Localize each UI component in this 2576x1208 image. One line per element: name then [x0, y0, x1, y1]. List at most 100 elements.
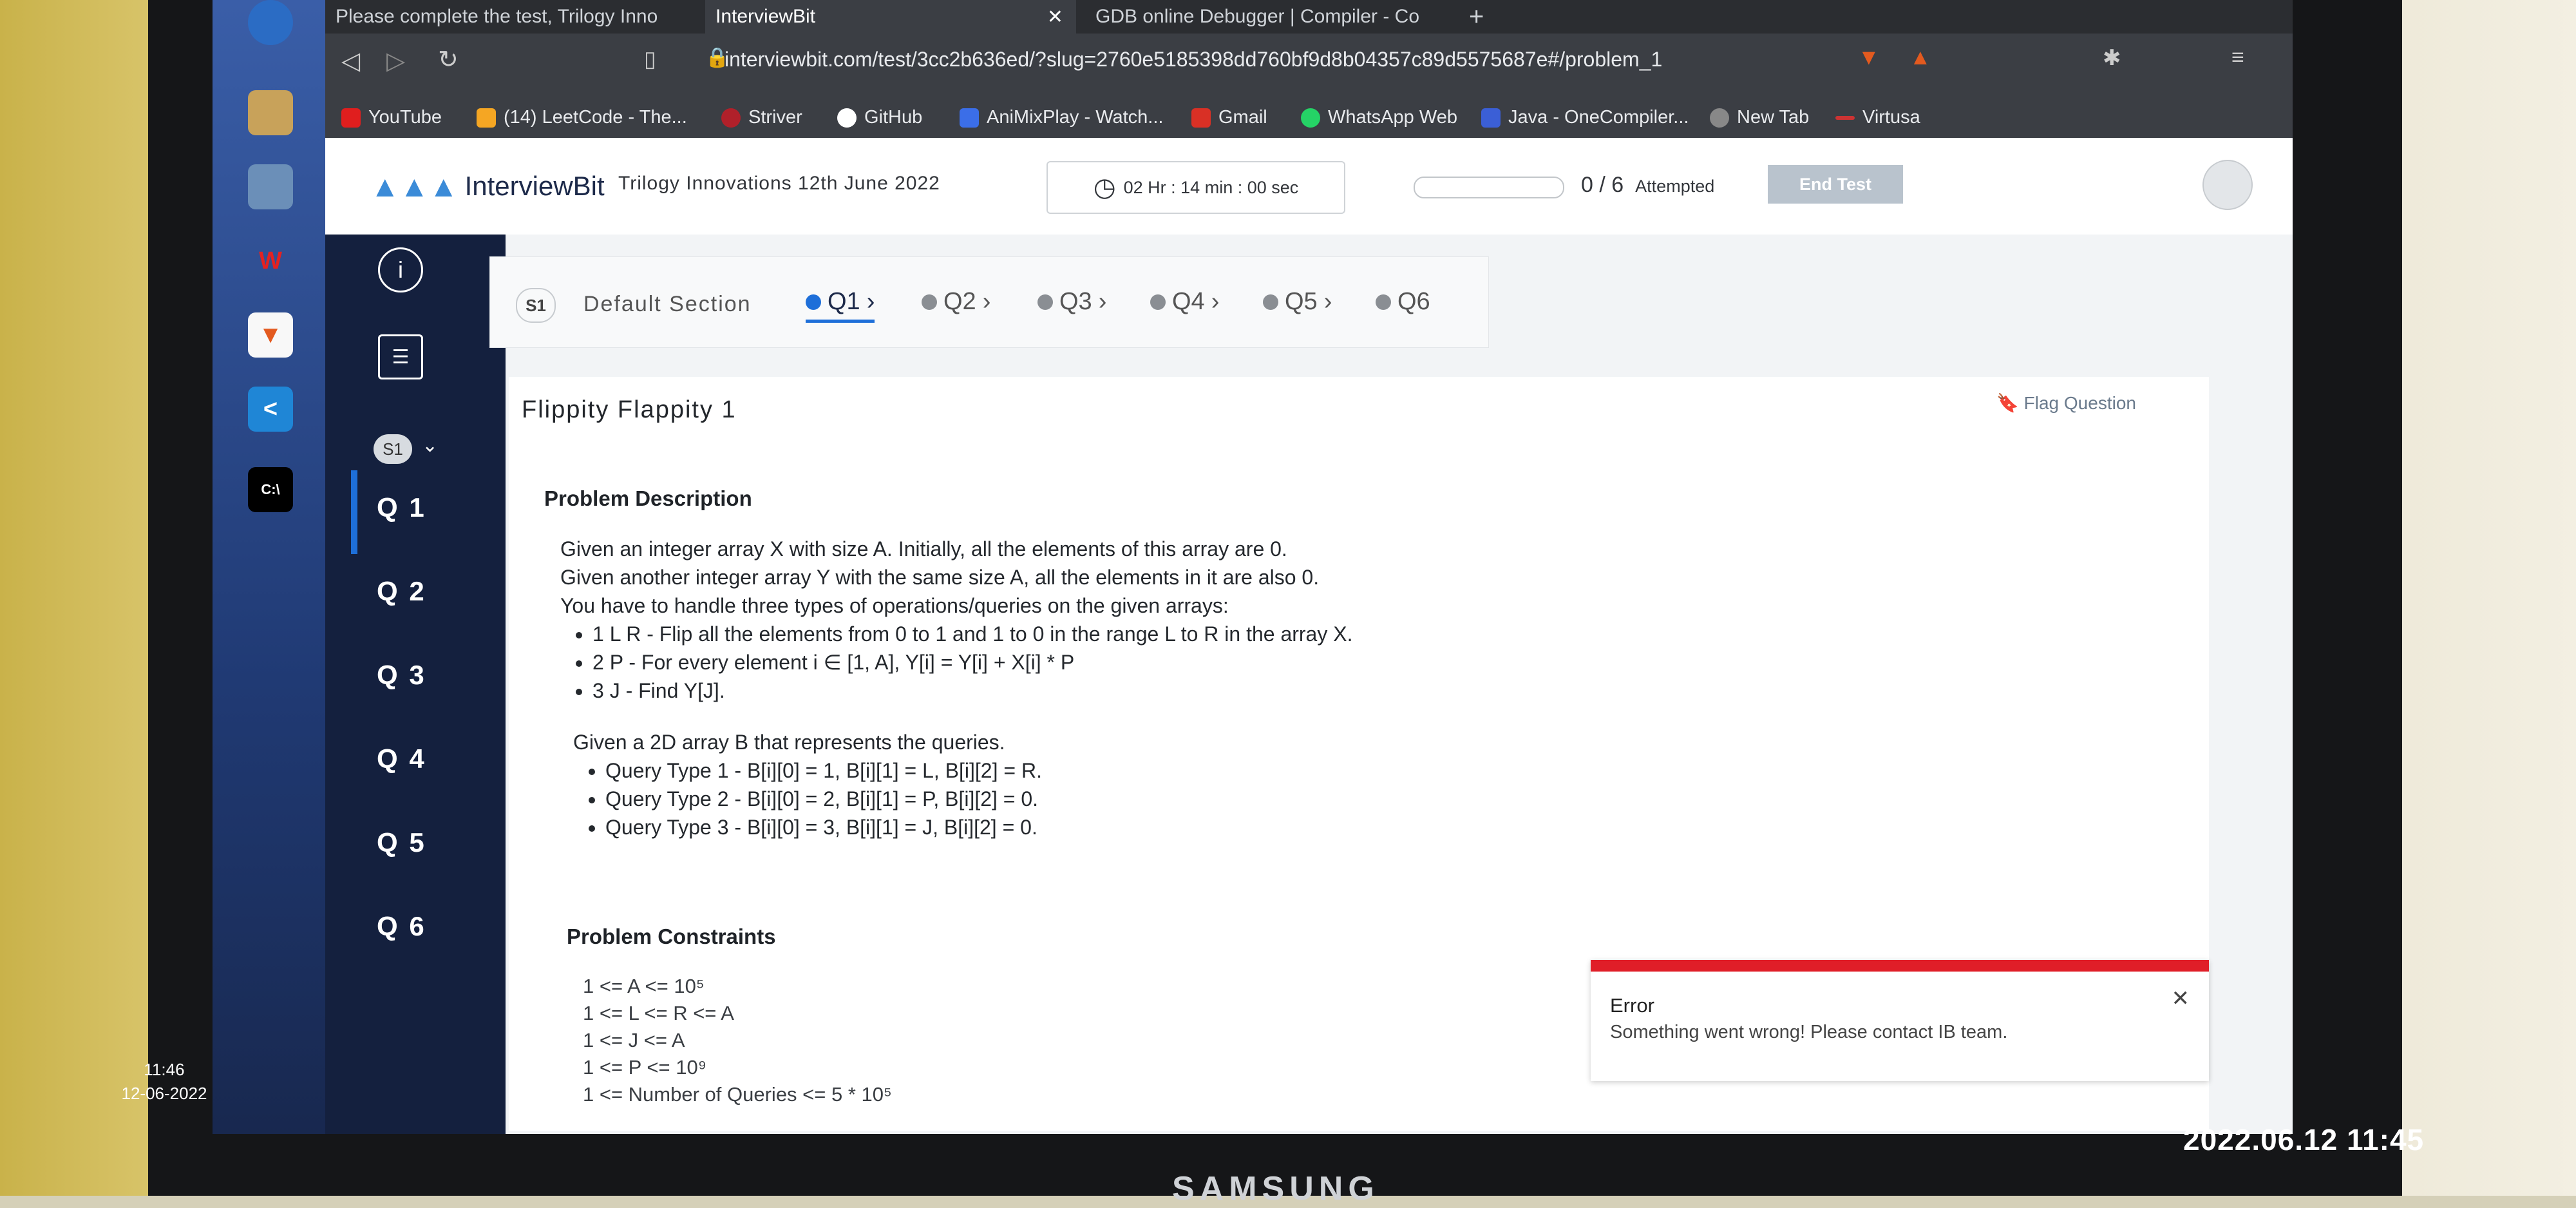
youtube-icon [341, 108, 361, 128]
interviewbit-logo[interactable]: ▲▲▲ InterviewBit [370, 169, 605, 204]
status-dot-icon [1263, 294, 1278, 310]
bookmark-gmail[interactable]: Gmail [1191, 107, 1267, 128]
list-item: Query Type 1 - B[i][0] = 1, B[i][1] = L,… [605, 756, 1042, 785]
attempted-counter: 0 / 6 Attempted [1581, 173, 1715, 197]
logo-mark-icon: ▲▲▲ [370, 169, 459, 203]
leetcode-icon [477, 108, 496, 128]
tab-trilogy[interactable]: Please complete the test, Trilogy Inno [325, 0, 693, 34]
status-dot-icon [922, 294, 937, 310]
bookmark-flag-icon: 🔖 [1996, 393, 2024, 413]
tab-q4[interactable]: Q4 › [1150, 288, 1219, 316]
toast-title: Error [1610, 994, 1654, 1017]
section-tab-badge[interactable]: S1 [516, 288, 556, 323]
sidebar-q5[interactable]: Q 5 [377, 827, 426, 858]
bookmarks-bar: YouTube (14) LeetCode - The... Striver G… [325, 98, 2293, 139]
virtusa-icon [1835, 115, 1855, 120]
new-tab-button[interactable]: + [1459, 0, 1501, 34]
tab-q2[interactable]: Q2 › [922, 288, 990, 316]
test-header: ▲▲▲ InterviewBit Trilogy Innovations 12th… [325, 138, 2293, 236]
section-badge[interactable]: S1 [374, 434, 412, 464]
onecompiler-icon [1481, 108, 1501, 128]
monitor-brand: SAMSUNG [1172, 1170, 1379, 1207]
globe-icon [1710, 108, 1729, 128]
gmail-icon [1191, 108, 1211, 128]
clock-icon: ◷ [1093, 173, 1116, 202]
brave-rewards-icon[interactable]: ▲ [1909, 45, 1931, 70]
toast-message: Something went wrong! Please contact IB … [1610, 1022, 2008, 1042]
list-item: Query Type 2 - B[i][0] = 2, B[i][1] = P,… [605, 785, 1042, 813]
active-question-indicator [351, 470, 357, 554]
menu-icon[interactable]: ≡ [2231, 45, 2244, 70]
left-nav: i ☰ S1 ⌄ Q 1 Q 2 Q 3 Q 4 Q 5 Q 6 [325, 235, 506, 1134]
photo-timestamp: 2022.06.12 11:45 [2183, 1123, 2425, 1156]
list-item: 2 P - For every element i ∈ [1, A], Y[i]… [592, 648, 1352, 676]
list-item: 3 J - Find Y[J]. [592, 676, 1352, 705]
problem-description: Given an integer array X with size A. In… [560, 535, 1352, 705]
url-input[interactable]: interviewbit.com/test/3cc2b636ed/?slug=2… [724, 48, 1662, 72]
back-icon[interactable]: ◁ [341, 46, 360, 75]
wps-icon[interactable]: W [248, 238, 293, 283]
test-name: Trilogy Innovations 12th June 2022 [618, 173, 940, 194]
list-item: 1 L R - Flip all the elements from 0 to … [592, 620, 1352, 648]
vscode-icon[interactable]: < [248, 387, 293, 432]
bookmark-animixplay[interactable]: AniMixPlay - Watch... [960, 107, 1163, 128]
tab-gdb[interactable]: GDB online Debugger | Compiler - Co [1085, 0, 1456, 34]
user-avatar-icon[interactable] [2202, 160, 2253, 210]
close-tab-icon[interactable]: ✕ [1047, 6, 1063, 28]
brave-icon[interactable]: ▼ [248, 312, 293, 358]
striver-icon [721, 108, 741, 128]
taskbar-date: 12-06-2022 [121, 1084, 207, 1103]
info-icon[interactable]: i [378, 247, 423, 292]
sidebar-q2[interactable]: Q 2 [377, 576, 426, 607]
timer: ◷ 02 Hr : 14 min : 00 sec [1046, 161, 1345, 214]
status-dot-icon [1376, 294, 1391, 310]
tab-q3[interactable]: Q3 › [1037, 288, 1106, 316]
status-dot-icon [806, 294, 821, 310]
list-icon[interactable]: ☰ [378, 334, 423, 379]
reload-icon[interactable]: ↻ [438, 45, 459, 74]
status-dot-icon [1150, 294, 1166, 310]
tab-q6[interactable]: Q6 [1376, 288, 1430, 316]
tab-q1[interactable]: Q1 › [806, 288, 875, 323]
forward-icon[interactable]: ▷ [386, 46, 405, 75]
description-heading: Problem Description [544, 486, 752, 510]
bookmark-leetcode[interactable]: (14) LeetCode - The... [477, 107, 687, 128]
animixplay-icon [960, 108, 979, 128]
bookmark-youtube[interactable]: YouTube [341, 107, 442, 128]
progress-bar [1414, 177, 1564, 198]
bookmark-github[interactable]: GitHub [837, 107, 922, 128]
sidebar-q3[interactable]: Q 3 [377, 660, 426, 691]
close-icon[interactable]: ✕ [2172, 986, 2190, 1011]
bookmark-striver[interactable]: Striver [721, 107, 802, 128]
list-item: Query Type 3 - B[i][0] = 3, B[i][1] = J,… [605, 813, 1042, 841]
tab-interviewbit[interactable]: InterviewBit ✕ [705, 0, 1076, 34]
brave-shield-icon[interactable]: ▼ [1858, 45, 1880, 70]
computer-icon[interactable] [248, 164, 293, 209]
sidebar-q1[interactable]: Q 1 [377, 492, 426, 523]
browser-tab-bar: Please complete the test, Trilogy Inno I… [325, 0, 2293, 34]
terminal-icon[interactable]: C:\ [248, 467, 293, 512]
bookmark-virtusa[interactable]: Virtusa [1835, 107, 1920, 128]
section-name[interactable]: Default Section [583, 292, 752, 317]
windows-taskbar: W ▼ < C:\ [213, 0, 325, 1134]
bookmark-newtab[interactable]: New Tab [1710, 107, 1809, 128]
sidebar-q4[interactable]: Q 4 [377, 743, 426, 774]
start-orb-icon[interactable] [248, 0, 293, 45]
error-toast: Error Something went wrong! Please conta… [1591, 960, 2209, 1081]
bookmark-icon[interactable]: ▯ [644, 46, 656, 72]
end-test-button[interactable]: End Test [1768, 165, 1903, 204]
question-tabs: S1 Default Section Q1 › Q2 › Q3 › Q4 › Q… [489, 256, 1489, 348]
github-icon [837, 108, 857, 128]
extensions-icon[interactable]: ✱ [2103, 45, 2121, 71]
flag-question-button[interactable]: 🔖 Flag Question [1996, 392, 2136, 414]
bookmark-whatsapp[interactable]: WhatsApp Web [1301, 107, 1457, 128]
folder-icon[interactable] [248, 90, 293, 135]
address-bar: ◁ ▷ ↻ ▯ 🔒 interviewbit.com/test/3cc2b636… [325, 34, 2293, 98]
sidebar-q6[interactable]: Q 6 [377, 911, 426, 942]
constraints-heading: Problem Constraints [567, 925, 776, 948]
taskbar-time: 11:46 [144, 1060, 185, 1079]
bookmark-onecompiler[interactable]: Java - OneCompiler... [1481, 107, 1689, 128]
chevron-down-icon[interactable]: ⌄ [422, 434, 438, 457]
queries-section: Given a 2D array B that represents the q… [573, 728, 1042, 841]
tab-q5[interactable]: Q5 › [1263, 288, 1332, 316]
